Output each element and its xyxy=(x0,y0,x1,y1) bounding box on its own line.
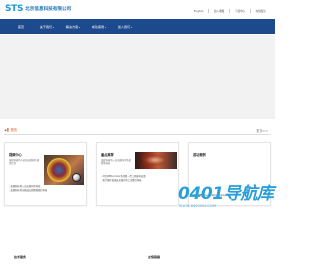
logo[interactable]: STS 北京信息科技有限公司 xyxy=(5,5,71,14)
english-link[interactable]: English xyxy=(189,10,208,13)
card-recommended: 重点推荐 英视科技将入员无缝同步系统智慧科技 2月份Elite Color系列第… xyxy=(96,142,179,206)
list-item[interactable]: 英视科技将无缝成无线智能图示科技 xyxy=(9,189,48,193)
card-title: 重点推荐 xyxy=(101,153,114,157)
nav-item-cases[interactable]: 成功案例▾ xyxy=(86,24,112,29)
card-video-center: 视频中心 英视科技将人员和无缝同步通讯打造 英视科技将入员无缝同步科技 英视科技… xyxy=(4,142,87,206)
image-highlight xyxy=(143,155,167,165)
card-title: 视频中心 xyxy=(9,153,22,157)
nav-item-about[interactable]: 关于我们▾ xyxy=(34,24,60,29)
card-links: 2月份Elite Color系列第一代工商室内高清 双手操作英视安全操作的工业整… xyxy=(101,175,146,184)
logo-name: 北京信息科技有限公司 xyxy=(25,7,72,12)
logo-mark: STS xyxy=(5,4,24,14)
chevron-down-icon: ▾ xyxy=(79,27,81,29)
card-links: 英视科技将入员无缝同步科技 英视科技将无缝成无线智能图示科技 xyxy=(9,185,48,194)
watermark: 0401导航库 WWW.0401DH.COM xyxy=(178,186,274,208)
card-text: 英视科技将入员无缝同步系统智慧科技 xyxy=(101,159,131,166)
list-item[interactable]: 双手操作英视安全操作的工业整合科技 xyxy=(101,179,146,183)
watermark-sub: WWW.0401DH.COM xyxy=(179,203,217,208)
more-link[interactable]: 更多>> xyxy=(256,128,268,133)
nav-item-solutions[interactable]: 解决方案▾ xyxy=(60,24,86,29)
ring-graphic xyxy=(47,158,71,182)
header: STS 北京信息科技有限公司 English 加入收藏 下载中心 在线留言 xyxy=(0,0,275,18)
message-link[interactable]: 在线留言 xyxy=(251,9,271,13)
banner xyxy=(0,35,275,119)
watermark-main: 0401导航库 xyxy=(178,184,274,204)
main-nav: 首页 关于我们▾ 解决方案▾ 成功案例▾ 加入我们▾ xyxy=(0,19,275,34)
top-links: English 加入收藏 下载中心 在线留言 xyxy=(189,9,271,13)
card-title: 成功案例 xyxy=(193,153,206,157)
bookmark-link[interactable]: 加入收藏 xyxy=(209,9,229,13)
video-thumbnail[interactable] xyxy=(44,155,84,185)
nav-item-home[interactable]: 首页 xyxy=(8,24,34,29)
breadcrumb-home[interactable]: 首页 xyxy=(11,127,17,132)
nav-item-join[interactable]: 加入我们▾ xyxy=(112,24,138,29)
divider xyxy=(4,134,271,135)
product-image[interactable] xyxy=(135,152,177,169)
ball-graphic xyxy=(72,173,81,182)
download-link[interactable]: 下载中心 xyxy=(230,9,250,13)
footer-friend-links: 友情链接 xyxy=(148,255,161,259)
breadcrumb: ◀▐ 首页 xyxy=(4,127,17,133)
footer-tech-service: 技术服务 xyxy=(14,255,27,259)
card-text: 英视科技将人员和无缝同步通讯打造 xyxy=(9,159,39,166)
chevron-down-icon: ▾ xyxy=(53,27,55,29)
bullet-icon: ◀▐ xyxy=(4,127,9,132)
chevron-down-icon: ▾ xyxy=(131,27,133,29)
chevron-down-icon: ▾ xyxy=(105,27,107,29)
